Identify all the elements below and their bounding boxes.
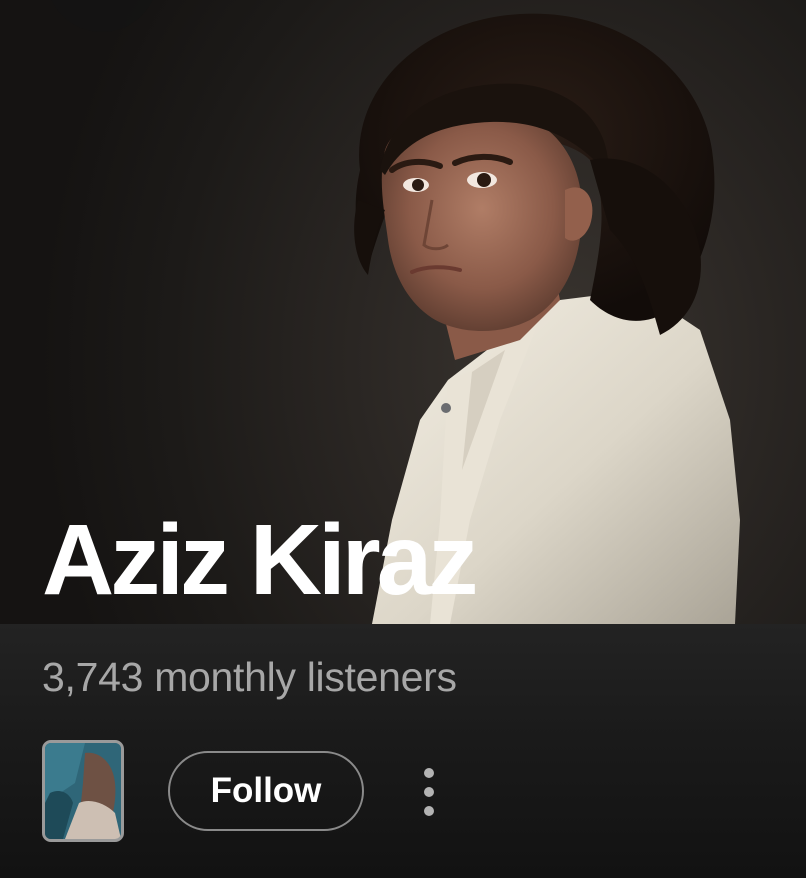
- monthly-listeners: 3,743 monthly listeners: [42, 654, 457, 700]
- more-dot: [424, 787, 434, 797]
- artist-header-image: Aziz Kiraz: [0, 0, 806, 624]
- artist-name: Aziz Kiraz: [42, 504, 478, 616]
- thumbnail-image: [45, 743, 121, 839]
- more-options-icon[interactable]: [410, 760, 450, 824]
- more-dot: [424, 806, 434, 816]
- follow-button[interactable]: Follow: [168, 751, 364, 831]
- more-dot: [424, 768, 434, 778]
- artist-pick-thumbnail[interactable]: [42, 740, 124, 842]
